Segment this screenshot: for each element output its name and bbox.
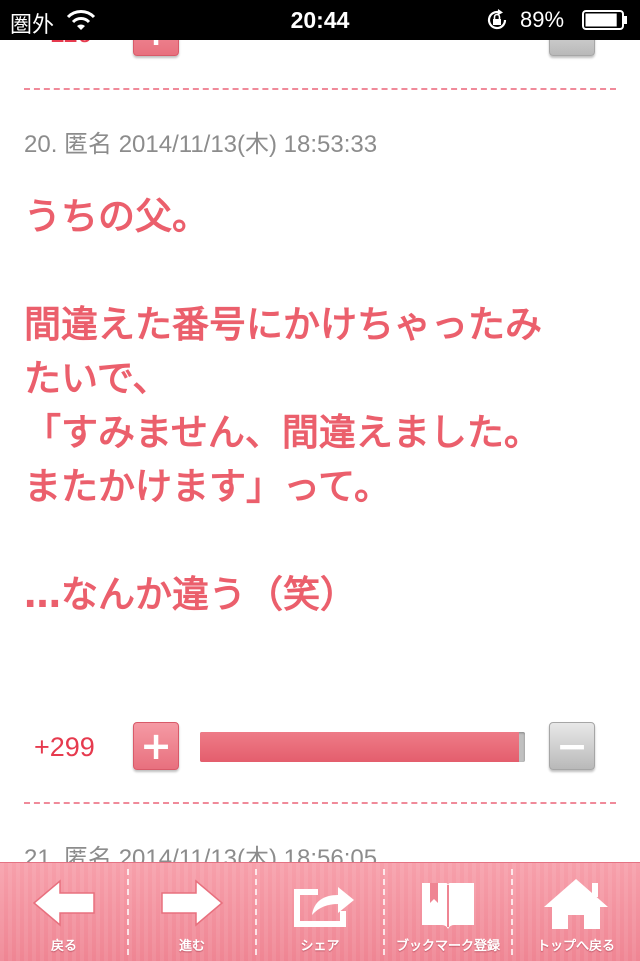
post-header: 20. 匿名 2014/11/13(木) 18:53:33 xyxy=(24,131,378,158)
minus-button[interactable]: − xyxy=(549,722,595,770)
back-label: 戻る xyxy=(50,939,77,954)
next-post-header: 21. 匿名 2014/11/13(木) 18:56:05 xyxy=(24,845,378,862)
battery-percent: 89% xyxy=(520,7,565,32)
post-body-line: 「すみません、間違えました。 xyxy=(24,411,541,454)
share-label: シェア xyxy=(300,939,340,954)
post-body-line: 間違えた番号にかけちゃったみ xyxy=(24,303,542,346)
rotation-lock-icon xyxy=(487,9,507,30)
vote-bar-fill xyxy=(200,732,519,762)
post-body-line xyxy=(24,244,614,298)
post-body-line: またかけます」って。 xyxy=(24,465,392,508)
vote-bar xyxy=(200,732,525,762)
bookmark-button[interactable]: ブックマーク登録 xyxy=(384,863,512,961)
status-bar: 圏外 20:44 89% xyxy=(0,0,640,40)
home-label: トップへ戻る xyxy=(536,939,615,954)
post-body-line: …なんか違う（笑） xyxy=(24,573,357,616)
post-separator xyxy=(24,802,616,804)
vote-row: +299 + − xyxy=(0,722,640,778)
post-body-line: うちの父。 xyxy=(24,195,209,238)
forward-button[interactable]: 進む xyxy=(128,863,256,961)
bottom-toolbar: 戻る 進む シェア ブックマーク登録 トップへ戻る xyxy=(0,862,640,961)
arrow-right-icon xyxy=(161,879,224,927)
share-icon xyxy=(294,887,354,927)
share-button[interactable]: シェア xyxy=(256,863,384,961)
thread-content: +119 + − 20. 匿名 2014/11/13(木) 18:53:33 う… xyxy=(0,0,640,862)
home-button[interactable]: トップへ戻る xyxy=(512,863,640,961)
plus-button[interactable]: + xyxy=(133,722,179,770)
battery-icon xyxy=(582,10,627,30)
post-body: うちの父。間違えた番号にかけちゃったみ たいで、「すみません、間違えました。 またか… xyxy=(24,190,614,622)
plus-icon: + xyxy=(140,724,172,768)
arrow-left-icon xyxy=(32,879,95,927)
post-body-line: たいで、 xyxy=(24,357,170,400)
back-button[interactable]: 戻る xyxy=(0,863,128,961)
vote-count: +299 xyxy=(34,732,95,762)
post-body-line xyxy=(24,514,614,568)
post-separator xyxy=(24,88,616,90)
minus-icon: − xyxy=(556,724,588,768)
book-icon xyxy=(422,883,474,929)
home-icon xyxy=(544,879,608,929)
forward-label: 進む xyxy=(178,939,205,954)
bookmark-label: ブックマーク登録 xyxy=(395,939,500,954)
